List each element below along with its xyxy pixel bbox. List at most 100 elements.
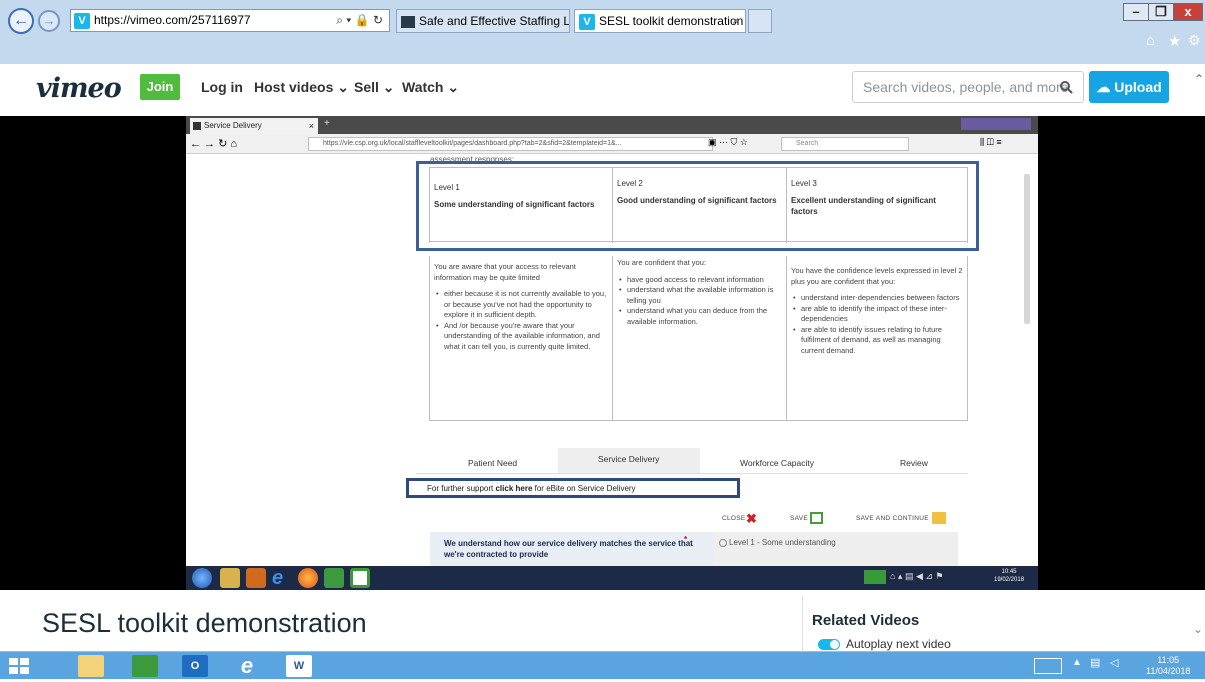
- clock-date: 11/04/2018: [1146, 666, 1191, 676]
- volume-icon[interactable]: ◁: [1110, 656, 1118, 669]
- tab-patient-need: Patient Need: [468, 458, 518, 468]
- minimize-button[interactable]: –: [1123, 3, 1149, 21]
- support-suffix: for eBite on Service Delivery: [532, 484, 636, 493]
- section-tabs: Patient Need Service Delivery Workforce …: [416, 446, 968, 474]
- tab-sesl-toolkit[interactable]: V SESL toolkit demonstration ... ×: [574, 9, 746, 33]
- question-text: We understand how our service delivery m…: [444, 539, 693, 559]
- address-url: https://vimeo.com/257116977: [94, 13, 251, 27]
- tab-label: SESL toolkit demonstration ...: [599, 14, 746, 28]
- firefox-icon: [298, 568, 318, 588]
- forward-button[interactable]: →: [38, 10, 60, 32]
- video-clock-time: 10:45: [1001, 569, 1017, 575]
- scroll-down-icon[interactable]: ⌄: [1193, 622, 1203, 636]
- upload-button[interactable]: ☁ Upload: [1089, 71, 1169, 103]
- chevron-down-icon: ⌄: [447, 79, 460, 95]
- level-3-bullets: understand inter-dependencies between fa…: [791, 293, 963, 356]
- support-link: click here: [495, 484, 533, 493]
- search-input[interactable]: Search videos, people, and more: [852, 71, 1084, 103]
- ff-scrollbar: [1024, 174, 1030, 324]
- back-button[interactable]: ←: [8, 8, 34, 34]
- keyboard-icon[interactable]: [1034, 658, 1062, 674]
- level-2-intro: You are confident that you:: [617, 258, 706, 267]
- back-arrow-icon: ←: [13, 12, 29, 29]
- app-icon-1: [324, 568, 344, 588]
- level-1-bullets: either because it is not currently avail…: [434, 289, 608, 352]
- scroll-up-icon[interactable]: ⌃: [1194, 72, 1204, 86]
- autoplay-toggle[interactable]: Autoplay next video: [818, 637, 951, 651]
- related-videos-heading: Related Videos: [812, 612, 920, 629]
- ff-new-tab-icon: +: [324, 118, 330, 129]
- required-mark: *: [684, 535, 688, 544]
- ff-tab: Service Delivery ×: [190, 118, 318, 134]
- windows-taskbar: O e W ▲ ▤ ◁ 11:05 11/04/2018: [0, 651, 1205, 679]
- vimeo-favicon-icon: V: [579, 13, 595, 30]
- close-x-icon: ✖: [746, 511, 757, 526]
- site-favicon-icon: [401, 15, 415, 28]
- watch-menu[interactable]: Watch ⌄: [402, 79, 459, 96]
- folder-icon: [220, 568, 240, 588]
- ff-library-icons: ⫼ ◫ ≡: [980, 137, 1002, 147]
- tab-safe-effective-staffing[interactable]: Safe and Effective Staffing Lev...: [396, 9, 570, 33]
- tab-service-delivery: Service Delivery: [598, 454, 660, 464]
- vimeo-favicon-icon: V: [74, 12, 90, 29]
- settings-gear-icon[interactable]: ⚙: [1188, 32, 1201, 49]
- home-icon[interactable]: ⌂: [1146, 32, 1155, 49]
- close-action: CLOSE: [722, 515, 746, 522]
- save-continue-action: SAVE AND CONTINUE: [856, 515, 929, 522]
- level-3-desc: You have the confidence levels expressed…: [786, 256, 968, 421]
- windows-start-icon[interactable]: [6, 655, 32, 677]
- ff-tab-close-icon: ×: [308, 121, 314, 131]
- ff-nav-icons: ← → ↻ ⌂: [190, 138, 238, 150]
- maximize-button[interactable]: ❐: [1148, 3, 1174, 21]
- tab-label: Safe and Effective Staffing Lev...: [419, 14, 570, 28]
- word-icon[interactable]: W: [286, 655, 312, 677]
- tab-close-icon[interactable]: ×: [732, 10, 739, 32]
- level-2-desc: You are confident that you: have good ac…: [612, 256, 786, 421]
- ie-icon: e: [272, 567, 284, 589]
- favorites-star-icon[interactable]: ★: [1168, 32, 1181, 50]
- ff-tab-favicon-icon: [193, 122, 201, 130]
- login-link[interactable]: Log in: [201, 79, 243, 95]
- network-icon[interactable]: ▤: [1090, 656, 1100, 669]
- close-window-button[interactable]: x: [1173, 3, 1203, 21]
- level-1-intro: You are aware that your access to releva…: [434, 262, 576, 282]
- tab-review: Review: [900, 458, 928, 468]
- ff-search-bar: Search: [781, 137, 909, 151]
- ff-tab-title: Service Delivery: [204, 121, 262, 130]
- ff-window-controls: [961, 118, 1031, 130]
- ff-content-anchor: [186, 154, 187, 155]
- ff-tabbar: Service Delivery × +: [186, 116, 1038, 134]
- level-1-desc: You are aware that your access to releva…: [429, 256, 612, 421]
- level-2-bullet: understand what you can deduce from the …: [617, 306, 782, 327]
- address-bar[interactable]: Vhttps://vimeo.com/257116977 ⌕ ▾ 🔒 ↻: [70, 9, 390, 32]
- support-prefix: For further support: [427, 484, 496, 493]
- store-icon[interactable]: [132, 655, 158, 677]
- save-action: SAVE: [790, 515, 809, 522]
- file-explorer-icon[interactable]: [78, 655, 104, 677]
- tab-workforce-capacity: Workforce Capacity: [740, 458, 815, 468]
- vimeo-logo[interactable]: vimeo: [36, 73, 122, 104]
- option-level-1: Level 1 - Some understanding: [729, 538, 836, 547]
- outlook-icon[interactable]: O: [182, 655, 208, 677]
- chevron-down-icon: ⌄: [382, 79, 395, 95]
- search-icon[interactable]: [1060, 81, 1073, 94]
- clock-time: 11:05: [1157, 655, 1180, 665]
- new-tab-button[interactable]: [748, 9, 772, 33]
- sell-menu[interactable]: Sell ⌄: [354, 79, 395, 96]
- vimeo-header: vimeo Join Log in Host videos ⌄ Sell ⌄ W…: [0, 64, 1205, 116]
- video-player[interactable]: Service Delivery × + ← → ↻ ⌂ https://vle…: [0, 116, 1205, 590]
- levels-desc-row: You are aware that your access to releva…: [429, 256, 968, 421]
- action-row: CLOSE ✖ SAVE SAVE AND CONTINUE: [706, 511, 976, 528]
- cloud-upload-icon: ☁: [1096, 79, 1111, 95]
- radio-icon: [719, 538, 727, 547]
- tray-up-icon[interactable]: ▲: [1072, 657, 1082, 668]
- internet-explorer-icon[interactable]: e: [234, 655, 260, 677]
- upload-label: Upload: [1114, 79, 1162, 95]
- join-button[interactable]: Join: [140, 74, 180, 100]
- toggle-switch-icon[interactable]: [818, 639, 840, 651]
- host-videos-menu[interactable]: Host videos ⌄: [254, 79, 349, 96]
- address-tools-icons[interactable]: ⌕ ▾ 🔒 ↻: [336, 10, 383, 31]
- level-2-bullet: understand what the available informatio…: [617, 285, 782, 306]
- tray-app-icon: [864, 570, 886, 584]
- system-clock[interactable]: 11:05 11/04/2018: [1146, 655, 1190, 677]
